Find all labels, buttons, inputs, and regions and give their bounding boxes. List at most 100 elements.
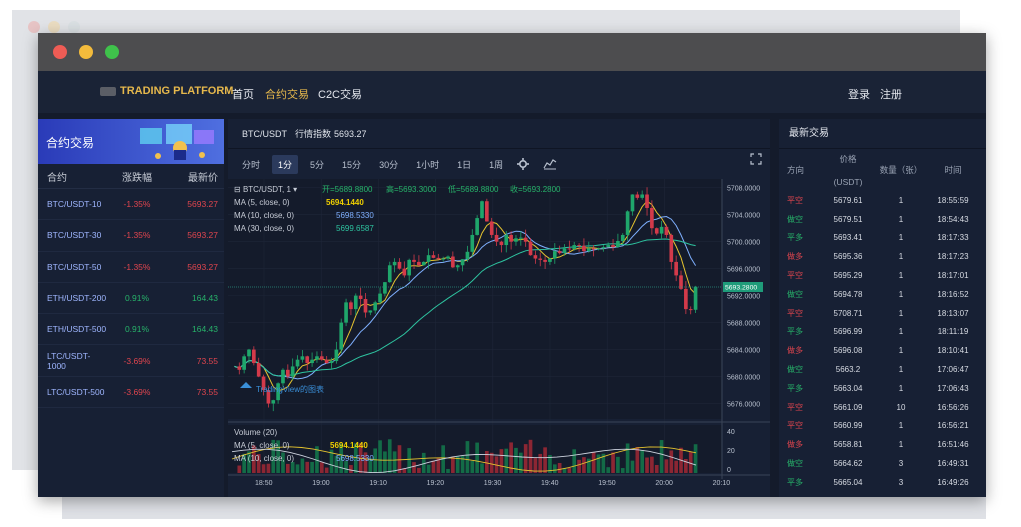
trade-direction: 做空: [787, 289, 803, 299]
candle-body: [606, 245, 611, 248]
candle-body: [285, 369, 290, 377]
volume-bar: [606, 467, 611, 473]
trade-price: 5663.2: [835, 365, 861, 375]
contract-row[interactable]: ETH/USDT-500 0.91% 164.43: [38, 314, 224, 346]
trade-row: 做多 5658.81 1 16:51:46: [779, 435, 986, 454]
volume-bar: [567, 467, 572, 473]
contract-list-panel: 合约交易 合约 涨跌幅 最新价 BTC/USDT-10 -1.35% 5693.27…: [38, 119, 224, 497]
contract-row[interactable]: LTC/USDT-1000 -3.69% 73.55: [38, 345, 224, 377]
contract-row[interactable]: BTC/USDT-30 -1.35% 5693.27: [38, 220, 224, 252]
volume-bar: [295, 464, 300, 473]
interval-5m[interactable]: 5分: [304, 155, 330, 174]
trade-price: 5679.51: [833, 214, 863, 224]
nav-home[interactable]: 首页: [232, 86, 254, 102]
candle-body: [431, 255, 436, 258]
interval-1m[interactable]: 1分: [272, 154, 299, 174]
trade-row: 平空 5661.09 10 16:56:26: [779, 398, 986, 417]
candle-body: [489, 221, 494, 235]
trade-direction: 平多: [787, 477, 803, 487]
candle-body: [543, 259, 547, 262]
volume-bar: [645, 457, 649, 473]
vol-legend-ma5-value: 5694.1440: [330, 441, 368, 450]
ghost-dot: [68, 21, 80, 33]
trade-row: 做多 5696.08 1 18:10:41: [779, 341, 986, 360]
trade-time: 16:56:26: [937, 402, 969, 412]
x-tick-label: 19:40: [541, 480, 559, 487]
trade-time: 16:56:21: [937, 421, 969, 431]
trade-direction: 做多: [787, 346, 803, 356]
interval-1d[interactable]: 1日: [451, 155, 477, 174]
trade-direction: 平多: [787, 327, 803, 337]
legend-ma30: MA (30, close, 0): [234, 224, 294, 233]
volume-bar: [538, 453, 543, 473]
trade-time: 18:10:41: [937, 346, 969, 356]
vol-tick-label: 20: [727, 448, 735, 455]
candle-body: [319, 356, 324, 360]
contract-change: -3.69%: [123, 355, 151, 366]
chart-canvas[interactable]: 5708.0000 5704.0000 5700.0000 5696.0000 5692…: [228, 179, 770, 489]
interval-1h[interactable]: 1小时: [410, 155, 445, 174]
trade-quantity: 1: [898, 308, 904, 318]
fullscreen-icon[interactable]: [750, 153, 762, 165]
chart-header: BTC/USDT 行情指数 5693.27: [228, 119, 770, 149]
logo[interactable]: TRADING PLATFORM: [100, 85, 233, 97]
contract-row[interactable]: BTC/USDT-50 -1.35% 5693.27: [38, 252, 224, 283]
contract-pair: ETH/USDT-200: [47, 293, 107, 304]
trade-row: 做空 5664.62 3 16:49:31: [779, 454, 986, 473]
volume-bar: [431, 460, 436, 473]
trade-direction: 做空: [787, 214, 803, 224]
interval-toolbar: 分时 1分 5分 15分 30分 1小时 1日 1周: [228, 149, 770, 179]
contract-row[interactable]: LTC/USDT-500 -3.69% 73.55: [38, 377, 224, 409]
candle-body: [455, 265, 460, 268]
contract-row[interactable]: ETH/USDT-200 0.91% 164.43: [38, 283, 224, 315]
candle-body: [344, 302, 348, 323]
trade-row: 平多 5665.04 3 16:49:26: [779, 473, 986, 492]
close-window-button[interactable]: [53, 45, 67, 59]
kline-chart[interactable]: 5708.0000 5704.0000 5700.0000 5696.0000 5692…: [228, 179, 770, 489]
interval-1w[interactable]: 1周: [483, 155, 509, 174]
contract-row[interactable]: BTC/USDT-10 -1.35% 5693.27: [38, 189, 224, 221]
candle-body: [305, 356, 310, 364]
volume-bar: [489, 452, 494, 473]
candle-body: [368, 310, 373, 313]
interval-timeline[interactable]: 分时: [236, 155, 266, 174]
trade-quantity: 1: [898, 195, 904, 205]
nav-contract-trading[interactable]: 合约交易: [265, 86, 309, 102]
candle-body: [562, 248, 567, 254]
trade-direction: 平多: [787, 383, 803, 393]
candle-body: [387, 265, 392, 283]
register-link[interactable]: 注册: [880, 86, 902, 102]
trade-price: 5658.81: [833, 440, 863, 450]
candle-body: [242, 356, 246, 370]
volume-bar: [591, 451, 596, 473]
y-tick-label: 5696.0000: [727, 267, 760, 274]
legend-open: 开=5689.8800: [322, 185, 373, 194]
latest-trades-panel: 最新交易 方向 价格 (USDT) 数量（张） 时间 平空 5679.61 1 18:…: [779, 119, 986, 497]
maximize-window-button[interactable]: [105, 45, 119, 59]
volume-bar: [616, 456, 620, 473]
volume-bar: [387, 439, 392, 473]
candle-body: [591, 248, 596, 250]
indicator-chart-icon[interactable]: [543, 158, 557, 170]
trade-quantity: 3: [898, 459, 904, 469]
volume-bar: [324, 467, 329, 473]
candle-body: [582, 245, 586, 252]
banner-illustration-icon: [140, 124, 214, 160]
interval-30m[interactable]: 30分: [373, 155, 404, 174]
nav-c2c[interactable]: C2C交易: [318, 86, 362, 102]
volume-bar: [470, 460, 475, 473]
trade-time: 18:16:52: [937, 289, 969, 299]
y-tick-label: 5684.0000: [727, 348, 760, 355]
settings-gear-icon[interactable]: [517, 158, 530, 170]
volume-bar: [446, 468, 450, 473]
candle-body: [436, 257, 441, 260]
interval-15m[interactable]: 15分: [336, 155, 367, 174]
minimize-window-button[interactable]: [79, 45, 93, 59]
login-link[interactable]: 登录: [848, 86, 870, 102]
candle-body: [256, 363, 261, 377]
candle-body: [688, 309, 693, 311]
volume-bar: [290, 462, 295, 473]
vol-legend-ma10: MA (10, close, 0): [234, 454, 294, 463]
candle-body: [586, 248, 591, 252]
trade-direction: 平空: [787, 195, 803, 205]
